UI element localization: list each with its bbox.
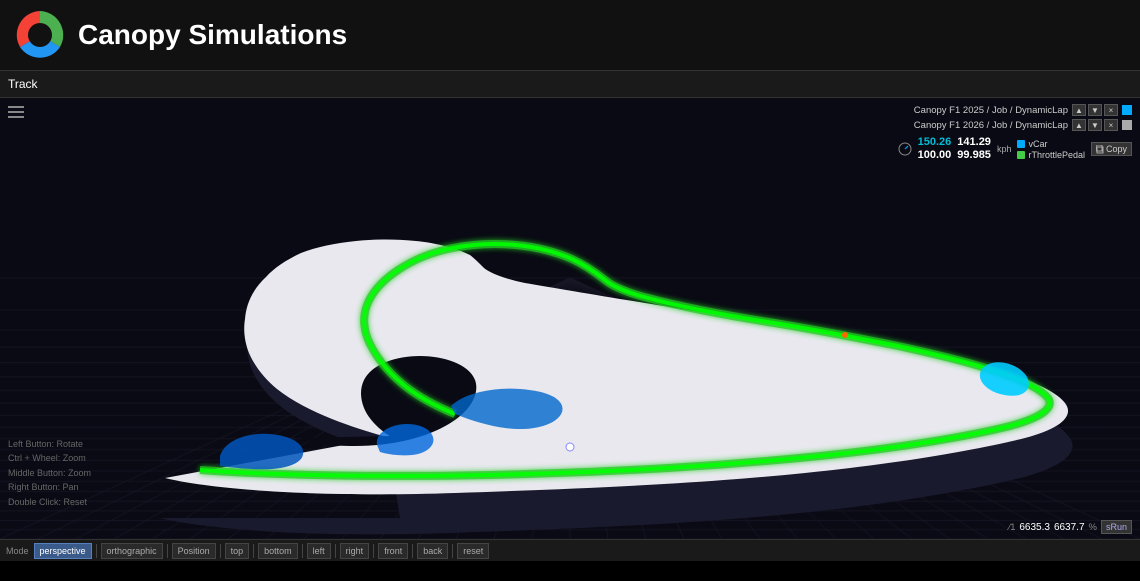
mode-btn-right[interactable]: right xyxy=(340,543,370,559)
lap2-down[interactable]: ▼ xyxy=(1088,119,1102,131)
copy-icon xyxy=(1096,145,1104,154)
legend-dot-throttle xyxy=(1017,151,1025,159)
speedometer-icon xyxy=(898,142,912,156)
app-title: Canopy Simulations xyxy=(78,19,347,51)
mode-separator xyxy=(452,544,453,558)
legend-dot-vcar xyxy=(1017,140,1025,148)
mode-btn-top[interactable]: top xyxy=(225,543,250,559)
hamburger-line3 xyxy=(8,116,24,118)
val-unit: kph xyxy=(997,144,1012,154)
hamburger-line2 xyxy=(8,111,24,113)
lap1-up[interactable]: ▲ xyxy=(1072,104,1086,116)
toolbar: Track xyxy=(0,70,1140,98)
lap-row-2: Canopy F1 2026 / Job / DynamicLap ▲ ▼ × xyxy=(914,119,1132,131)
percent-icon: % xyxy=(1089,522,1097,533)
legend-label-vcar: vCar xyxy=(1028,139,1047,149)
info-line2: Ctrl + Wheel: Zoom xyxy=(8,451,91,465)
mode-btn-front[interactable]: front xyxy=(378,543,408,559)
coord1: 6635.3 xyxy=(1019,522,1050,533)
copy-label: Copy xyxy=(1106,144,1127,154)
value-v3: 100.00 xyxy=(918,149,952,162)
mode-btn-orthographic[interactable]: orthographic xyxy=(101,543,163,559)
mode-btn-bottom[interactable]: bottom xyxy=(258,543,298,559)
info-line3: Middle Button: Zoom xyxy=(8,466,91,480)
info-line5: Double Click: Reset xyxy=(8,495,91,509)
mode-label: Mode xyxy=(6,546,29,556)
copy-button[interactable]: Copy xyxy=(1091,142,1132,156)
mode-btn-Position[interactable]: Position xyxy=(172,543,216,559)
mode-separator xyxy=(253,544,254,558)
mode-separator xyxy=(335,544,336,558)
val-legend: vCar rThrottlePedal xyxy=(1017,139,1085,160)
viewport[interactable]: Canopy F1 2025 / Job / DynamicLap ▲ ▼ × … xyxy=(0,98,1140,539)
srun-label: sRun xyxy=(1106,522,1127,532)
track-visualization xyxy=(0,98,1140,539)
mode-separator xyxy=(302,544,303,558)
mode-btn-reset[interactable]: reset xyxy=(457,543,489,559)
lap-row-1: Canopy F1 2025 / Job / DynamicLap ▲ ▼ × xyxy=(914,104,1132,116)
lap2-color xyxy=(1122,120,1132,130)
lap1-close[interactable]: × xyxy=(1104,104,1118,116)
mode-btn-back[interactable]: back xyxy=(417,543,448,559)
orange-marker xyxy=(842,332,848,338)
mode-separator xyxy=(220,544,221,558)
mode-separator xyxy=(412,544,413,558)
srun-button[interactable]: sRun xyxy=(1101,520,1132,534)
slash-icon: ⁄1 xyxy=(1009,522,1016,532)
mode-separator xyxy=(96,544,97,558)
top-right-controls: Canopy F1 2025 / Job / DynamicLap ▲ ▼ × … xyxy=(898,104,1132,162)
lap2-close[interactable]: × xyxy=(1104,119,1118,131)
lap2-controls[interactable]: ▲ ▼ × xyxy=(1072,119,1118,131)
value-v1: 150.26 xyxy=(918,136,952,149)
legend-item-throttle: rThrottlePedal xyxy=(1017,150,1085,160)
lap2-label: Canopy F1 2026 / Job / DynamicLap xyxy=(914,120,1068,131)
info-line1: Left Button: Rotate xyxy=(8,437,91,451)
lap1-color xyxy=(1122,105,1132,115)
legend-item-vcar: vCar xyxy=(1017,139,1085,149)
mode-separator xyxy=(167,544,168,558)
value-v2: 141.29 xyxy=(957,136,991,149)
lap1-label: Canopy F1 2025 / Job / DynamicLap xyxy=(914,105,1068,116)
bottom-left-info: Left Button: Rotate Ctrl + Wheel: Zoom M… xyxy=(8,437,91,509)
toolbar-track-label: Track xyxy=(8,77,38,91)
mode-btn-perspective[interactable]: perspective xyxy=(34,543,92,559)
bottom-right-info: ⁄1 6635.3 6637.7 % sRun xyxy=(1009,520,1132,534)
val-group-2: 141.29 99.985 xyxy=(957,136,991,162)
val-group-1: 150.26 100.00 xyxy=(918,136,952,162)
bottom-bar: Mode perspectiveorthographicPositiontopb… xyxy=(0,539,1140,561)
coord2: 6637.7 xyxy=(1054,522,1085,533)
hamburger-line1 xyxy=(8,106,24,108)
value-display: 150.26 100.00 141.29 99.985 kph vCar rTh… xyxy=(898,136,1132,162)
legend-label-throttle: rThrottlePedal xyxy=(1028,150,1085,160)
value-v4: 99.985 xyxy=(957,149,991,162)
lap1-down[interactable]: ▼ xyxy=(1088,104,1102,116)
info-line4: Right Button: Pan xyxy=(8,480,91,494)
hamburger-menu[interactable] xyxy=(8,106,24,118)
lap2-up[interactable]: ▲ xyxy=(1072,119,1086,131)
canopy-logo xyxy=(14,9,66,61)
header: Canopy Simulations xyxy=(0,0,1140,70)
mode-separator xyxy=(373,544,374,558)
mode-btn-left[interactable]: left xyxy=(307,543,331,559)
lap1-controls[interactable]: ▲ ▼ × xyxy=(1072,104,1118,116)
car-marker xyxy=(566,443,574,451)
